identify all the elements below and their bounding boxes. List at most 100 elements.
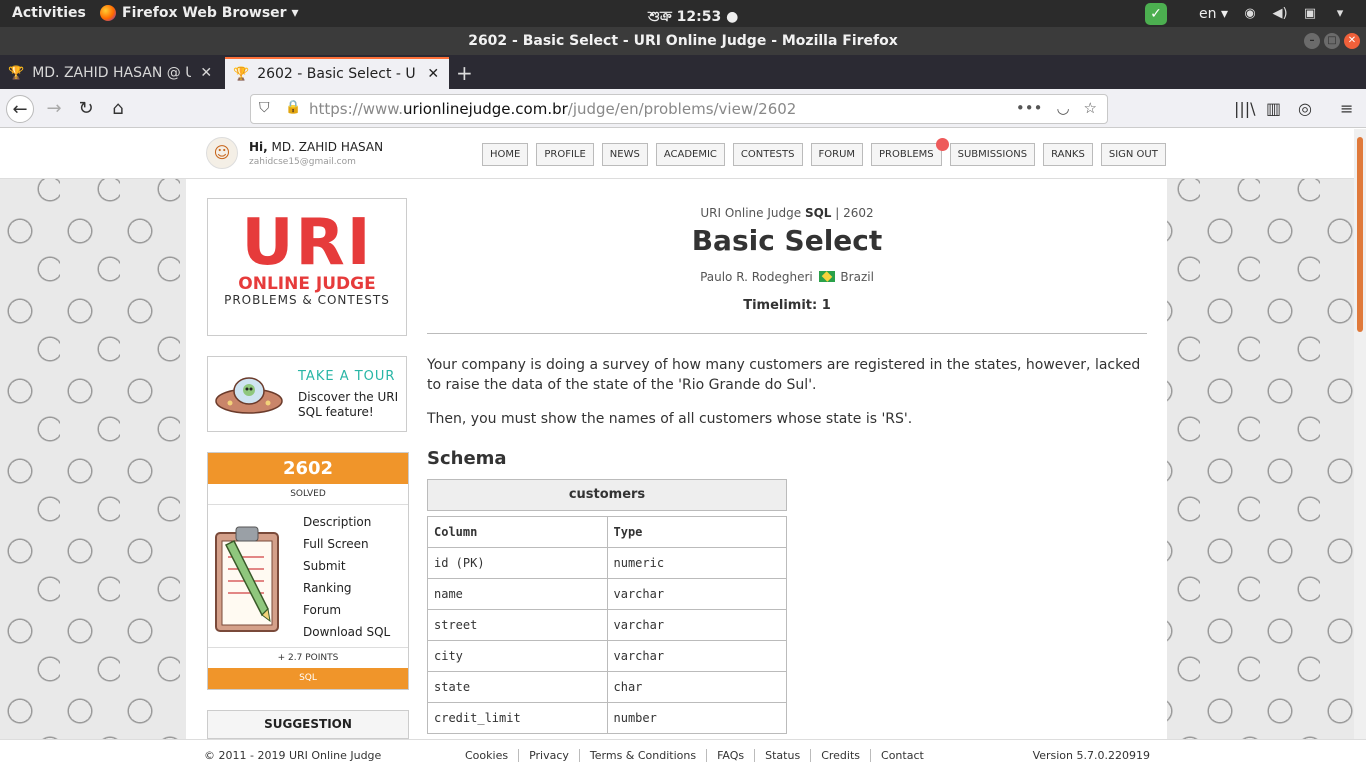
notification-badge (935, 138, 949, 151)
menu-submissions[interactable]: SUBMISSIONS (949, 143, 1036, 166)
home-icon[interactable]: ⌂ (104, 95, 132, 123)
footer-link-credits[interactable]: Credits (810, 749, 870, 762)
tab-problem[interactable]: 🏆 2602 - Basic Select - URI O ✕ (225, 57, 449, 89)
window-title: 2602 - Basic Select - URI Online Judge -… (468, 33, 898, 49)
link-forum[interactable]: Forum (303, 599, 390, 621)
clock[interactable]: শুক্র 12:53 ● (648, 5, 738, 29)
schema-table-name: customers (427, 479, 787, 511)
wifi-icon[interactable]: ◉ (1242, 6, 1258, 21)
app-menu[interactable]: Firefox Web Browser ▾ (100, 5, 298, 21)
crumb-id: 2602 (843, 206, 874, 220)
menu-academic[interactable]: ACADEMIC (655, 143, 725, 166)
page-actions-icon[interactable]: ••• (1016, 99, 1043, 117)
menu-problems[interactable]: PROBLEMS (871, 138, 949, 166)
menu-profile[interactable]: PROFILE (536, 143, 594, 166)
footer-link-contact[interactable]: Contact (870, 749, 934, 762)
back-arrow-icon[interactable]: ← (6, 95, 34, 123)
table-row: id (PK) numeric (427, 547, 787, 579)
maximize-icon[interactable]: □ (1324, 33, 1340, 49)
page-title: Basic Select (691, 224, 883, 257)
link-description[interactable]: Description (303, 511, 390, 533)
bookmark-star-icon[interactable]: ☆ (1084, 99, 1097, 117)
lock-icon[interactable]: 🔒 (285, 100, 301, 115)
table-row: street varchar (427, 609, 787, 641)
footer-link-terms[interactable]: Terms & Conditions (578, 749, 706, 762)
page-scrollbar[interactable] (1354, 129, 1366, 739)
user-email: zahidcse15@gmail.com (249, 157, 356, 167)
link-ranking[interactable]: Ranking (303, 577, 390, 599)
crumb-site[interactable]: URI Online Judge (700, 206, 801, 220)
logo-sub-text: ONLINE JUDGE (238, 274, 376, 294)
link-full-screen[interactable]: Full Screen (303, 533, 390, 555)
footer-link-status[interactable]: Status (754, 749, 810, 762)
minimize-icon[interactable]: – (1304, 33, 1320, 49)
author-name[interactable]: Paulo R. Rodegheri (700, 270, 813, 284)
menu-ranks[interactable]: RANKS (1043, 143, 1093, 166)
checkmark-tray-icon[interactable]: ✓ (1145, 2, 1168, 25)
column-header: Column (427, 516, 608, 548)
uri-logo[interactable]: URI ONLINE JUDGE PROBLEMS & CONTESTS (207, 198, 407, 336)
copyright: © 2011 - 2019 URI Online Judge (204, 749, 382, 762)
forward-arrow-icon[interactable]: → (40, 95, 68, 123)
ufo-icon (215, 377, 283, 414)
cell-column: street (427, 609, 608, 641)
close-tab-icon[interactable]: ✕ (199, 65, 214, 81)
library-icon[interactable]: |||\ (1234, 99, 1256, 118)
system-top-bar: Activities Firefox Web Browser ▾ শুক্র 1… (0, 0, 1366, 27)
schema-heading: Schema (427, 448, 507, 469)
pocket-icon[interactable]: ◡ (1056, 99, 1069, 117)
footer-link-privacy[interactable]: Privacy (518, 749, 579, 762)
account-icon[interactable]: ◎ (1298, 99, 1312, 118)
type-header: Type (606, 516, 787, 548)
user-name[interactable]: MD. ZAHID HASAN (272, 140, 384, 154)
schema-table: Column Type id (PK) numeric name varchar s… (427, 516, 787, 734)
menu-sign-out[interactable]: SIGN OUT (1100, 143, 1166, 166)
link-submit[interactable]: Submit (303, 555, 390, 577)
table-row: state char (427, 671, 787, 703)
cell-column: id (PK) (427, 547, 608, 579)
reload-icon[interactable]: ↻ (72, 95, 100, 123)
battery-icon[interactable]: ▣ (1302, 6, 1318, 21)
activities-button[interactable]: Activities (12, 5, 86, 21)
crumb-category[interactable]: SQL (805, 206, 832, 220)
link-download-sql[interactable]: Download SQL (303, 621, 390, 643)
tab-profile[interactable]: 🏆 MD. ZAHID HASAN @ URI ✕ (0, 57, 222, 89)
url-text[interactable]: https://www.urionlinejudge.com.br/judge/… (309, 100, 796, 118)
system-menu-chevron-icon[interactable]: ▾ (1332, 6, 1348, 21)
brazil-flag-icon (818, 271, 835, 282)
cell-type: varchar (606, 609, 787, 641)
volume-icon[interactable]: ◀) (1272, 6, 1288, 21)
close-window-icon[interactable]: ✕ (1344, 33, 1360, 49)
footer-link-faqs[interactable]: FAQs (706, 749, 754, 762)
table-header-row: Column Type (427, 516, 787, 548)
app-menu-label: Firefox Web Browser ▾ (122, 5, 299, 21)
menu-forum[interactable]: FORUM (810, 143, 864, 166)
new-tab-icon[interactable]: + (456, 61, 473, 85)
timelimit: Timelimit: 1 (743, 298, 831, 313)
menu-home[interactable]: HOME (482, 143, 529, 166)
cell-column: name (427, 578, 608, 610)
trophy-icon: 🏆 (233, 66, 250, 82)
page-viewport: ☺ Hi, MD. ZAHID HASAN zahidcse15@gmail.c… (0, 129, 1366, 739)
hamburger-menu-icon[interactable]: ≡ (1340, 99, 1353, 118)
take-a-tour-card[interactable]: TAKE A TOUR Discover the URI SQL feature… (207, 356, 407, 432)
language-indicator[interactable]: en ▾ (1199, 6, 1228, 22)
firefox-icon (100, 5, 116, 21)
clipboard-pencil-icon (215, 526, 279, 632)
category-label[interactable]: SQL (208, 668, 408, 689)
scrollbar-thumb[interactable] (1357, 137, 1363, 332)
divider (427, 333, 1147, 334)
menu-news[interactable]: NEWS (601, 143, 648, 166)
shield-icon[interactable]: ⛉ (259, 100, 273, 118)
sidebar-icon[interactable]: ▥ (1266, 99, 1281, 118)
close-tab-icon[interactable]: ✕ (425, 66, 441, 82)
cell-type: number (606, 702, 787, 734)
menu-contests[interactable]: CONTESTS (732, 143, 803, 166)
cell-column: credit_limit (427, 702, 608, 734)
greeting: Hi, MD. ZAHID HASAN (249, 140, 384, 154)
footer-link-cookies[interactable]: Cookies (465, 749, 518, 762)
solved-status: SOLVED (208, 484, 408, 505)
address-bar[interactable]: ⛉ 🔒 https://www.urionlinejudge.com.br/ju… (250, 94, 1108, 124)
author-country: Brazil (840, 270, 874, 284)
avatar[interactable]: ☺ (206, 137, 238, 169)
